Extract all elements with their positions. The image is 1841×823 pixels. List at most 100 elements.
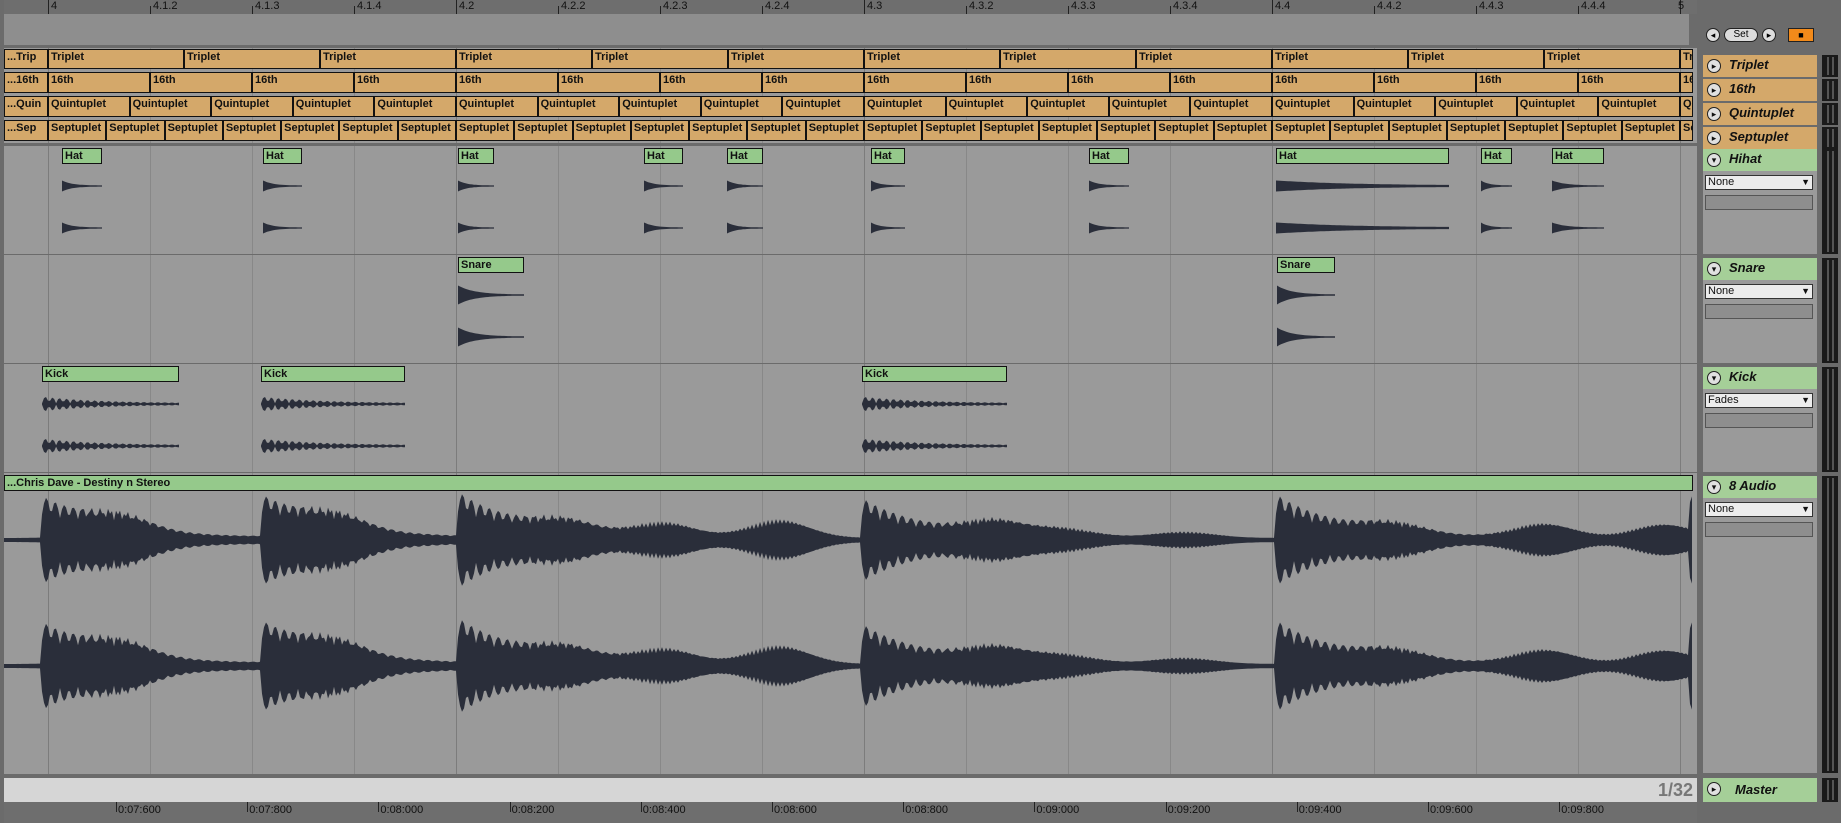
grid-clip[interactable]: Quintuplet	[1353, 96, 1436, 117]
grid-clip[interactable]: Quintuplet	[945, 96, 1028, 117]
drum-clip[interactable]: Hat	[871, 148, 905, 164]
grid-clip[interactable]: 16th	[1068, 72, 1170, 93]
drum-clip[interactable]: Hat	[1481, 148, 1512, 164]
grid-clip[interactable]: Septuplet	[805, 120, 864, 141]
lock-icon[interactable]: ■	[1788, 28, 1814, 42]
grid-clip[interactable]: 16th	[762, 72, 864, 93]
grid-clip[interactable]: Septuplet	[222, 120, 282, 141]
drum-clip[interactable]: Kick	[42, 366, 179, 382]
grid-clip[interactable]: Septuplet	[1038, 120, 1098, 141]
grid-clip[interactable]: Septuplet	[1272, 120, 1331, 141]
grid-clip[interactable]: Quintuplet	[292, 96, 375, 117]
drum-clip[interactable]: Hat	[727, 148, 763, 164]
lane-kick[interactable]: Kick Kick Kick	[4, 364, 1697, 472]
grid-clip[interactable]: Quintuplet	[1516, 96, 1599, 117]
track-value-field[interactable]	[1705, 195, 1813, 210]
grid-clip[interactable]: Quintuplet	[211, 96, 293, 117]
grid-clip[interactable]: Septuplet	[572, 120, 631, 141]
grid-clip[interactable]: Septuplet	[1505, 120, 1564, 141]
track-header-hihat[interactable]: ▾ Hihat None ▼	[1703, 149, 1817, 254]
grid-clip[interactable]: Quintuplet	[1598, 96, 1680, 117]
track-header-snare[interactable]: ▾ Snare None ▼	[1703, 258, 1817, 363]
grid-clip[interactable]: Septuplet	[747, 120, 806, 141]
grid-clip[interactable]: Quintuplet	[1272, 96, 1354, 117]
grid-clip[interactable]: Septuplet	[106, 120, 165, 141]
grid-clip[interactable]: Quintuplet	[374, 96, 456, 117]
grid-clip[interactable]: Quintuplet	[1027, 96, 1109, 117]
track-value-field[interactable]	[1705, 522, 1813, 537]
collapse-icon[interactable]: ▾	[1707, 480, 1721, 494]
grid-clip[interactable]: 16th	[966, 72, 1068, 93]
grid-clip[interactable]: Quintuplet	[1680, 96, 1693, 117]
lane-triplet[interactable]: ...Trip Triplet Triplet Triplet Triplet Tripl…	[4, 48, 1697, 71]
drum-clip[interactable]: Hat	[1276, 148, 1449, 164]
drum-clip[interactable]: Kick	[261, 366, 405, 382]
grid-clip[interactable]: Septuplet	[689, 120, 748, 141]
grid-clip[interactable]: Triplet	[1408, 49, 1544, 69]
monitor-select[interactable]: None ▼	[1705, 284, 1813, 299]
grid-clip[interactable]: Triplet	[184, 49, 320, 69]
track-value-field[interactable]	[1705, 304, 1813, 319]
monitor-select[interactable]: None ▼	[1705, 502, 1813, 517]
grid-clip[interactable]: 16th	[558, 72, 660, 93]
grid-clip[interactable]: Triplet	[48, 49, 184, 69]
track-header-septuplet[interactable]: ▸ Septuplet	[1703, 127, 1817, 149]
master-lane[interactable]: 1/32	[4, 778, 1697, 802]
grid-clip[interactable]: 16th	[1476, 72, 1578, 93]
grid-clip[interactable]: 16th	[1272, 72, 1374, 93]
expand-icon[interactable]: ▸	[1707, 83, 1721, 97]
expand-icon[interactable]: ▸	[1707, 107, 1721, 121]
drum-clip[interactable]: Hat	[458, 148, 494, 164]
expand-icon[interactable]: ▸	[1707, 782, 1721, 796]
grid-clip[interactable]: Triplet	[728, 49, 864, 69]
grid-clip[interactable]: Quintuplet	[1435, 96, 1517, 117]
grid-clip[interactable]: Septuplet	[48, 120, 107, 141]
grid-clip[interactable]: Septuplet	[1446, 120, 1506, 141]
drum-clip[interactable]: Hat	[263, 148, 302, 164]
grid-clip[interactable]: Quintuplet	[48, 96, 130, 117]
clip-partial[interactable]: ...16th	[4, 72, 48, 93]
grid-clip[interactable]: Septuplet	[1330, 120, 1389, 141]
grid-clip[interactable]: Septuplet	[980, 120, 1039, 141]
drum-clip[interactable]: Snare	[1277, 257, 1335, 273]
grid-clip[interactable]: Triplet	[1680, 49, 1693, 69]
grid-clip[interactable]: Quintuplet	[864, 96, 946, 117]
grid-clip[interactable]: Triplet	[456, 49, 592, 69]
drum-clip[interactable]: Hat	[1552, 148, 1604, 164]
grid-clip[interactable]: Triplet	[320, 49, 456, 69]
grid-clip[interactable]: Septuplet	[164, 120, 223, 141]
grid-clip[interactable]: Triplet	[592, 49, 728, 69]
track-header-master[interactable]: ▸ Master	[1703, 778, 1817, 802]
lane-septuplet[interactable]: ...Sep Septuplet Septuplet Septuplet Septupl…	[4, 119, 1697, 143]
grid-clip[interactable]: Septuplet	[1563, 120, 1622, 141]
prev-locator-icon[interactable]: ◂	[1706, 28, 1720, 42]
grid-clip[interactable]: Septuplet	[281, 120, 340, 141]
grid-clip[interactable]: Septuplet	[630, 120, 690, 141]
grid-clip[interactable]: Triplet	[864, 49, 1000, 69]
grid-clip[interactable]: Septuplet	[922, 120, 981, 141]
clip-partial[interactable]: ...Quin	[4, 96, 48, 117]
grid-clip[interactable]: Septuplet	[864, 120, 923, 141]
expand-icon[interactable]: ▸	[1707, 131, 1721, 145]
grid-clip[interactable]: Quintuplet	[782, 96, 864, 117]
grid-clip[interactable]: Septuplet	[1621, 120, 1680, 141]
time-ruler[interactable]: 0:07:600 0:07:800 0:08:000 0:08:200 0:08:400…	[4, 802, 1697, 823]
grid-clip[interactable]: Septuplet	[397, 120, 456, 141]
grid-clip[interactable]: 16th	[150, 72, 252, 93]
lane-hihat[interactable]: Hat Hat Hat Hat Hat Hat Hat Hat Hat Hat	[4, 146, 1697, 254]
lane-sixteenth[interactable]: ...16th 16th 16th 16th 16th 16th 16th 16th 16th 1…	[4, 71, 1697, 95]
set-locator-button[interactable]: Set	[1724, 28, 1758, 42]
grid-clip[interactable]: Septuplet	[456, 120, 515, 141]
grid-clip[interactable]: 16th	[660, 72, 762, 93]
collapse-icon[interactable]: ▾	[1707, 262, 1721, 276]
track-header-sixteenth[interactable]: ▸ 16th	[1703, 79, 1817, 101]
monitor-select[interactable]: None ▼	[1705, 175, 1813, 190]
grid-clip[interactable]: 16th	[1680, 72, 1693, 93]
grid-clip[interactable]: Septuplet	[1213, 120, 1272, 141]
drum-clip[interactable]: Hat	[1089, 148, 1129, 164]
collapse-icon[interactable]: ▾	[1707, 153, 1721, 167]
track-header-quintuplet[interactable]: ▸ Quintuplet	[1703, 103, 1817, 125]
grid-clip[interactable]: Quintuplet	[1190, 96, 1272, 117]
grid-clip[interactable]: Triplet	[1136, 49, 1272, 69]
grid-clip[interactable]: Triplet	[1272, 49, 1408, 69]
